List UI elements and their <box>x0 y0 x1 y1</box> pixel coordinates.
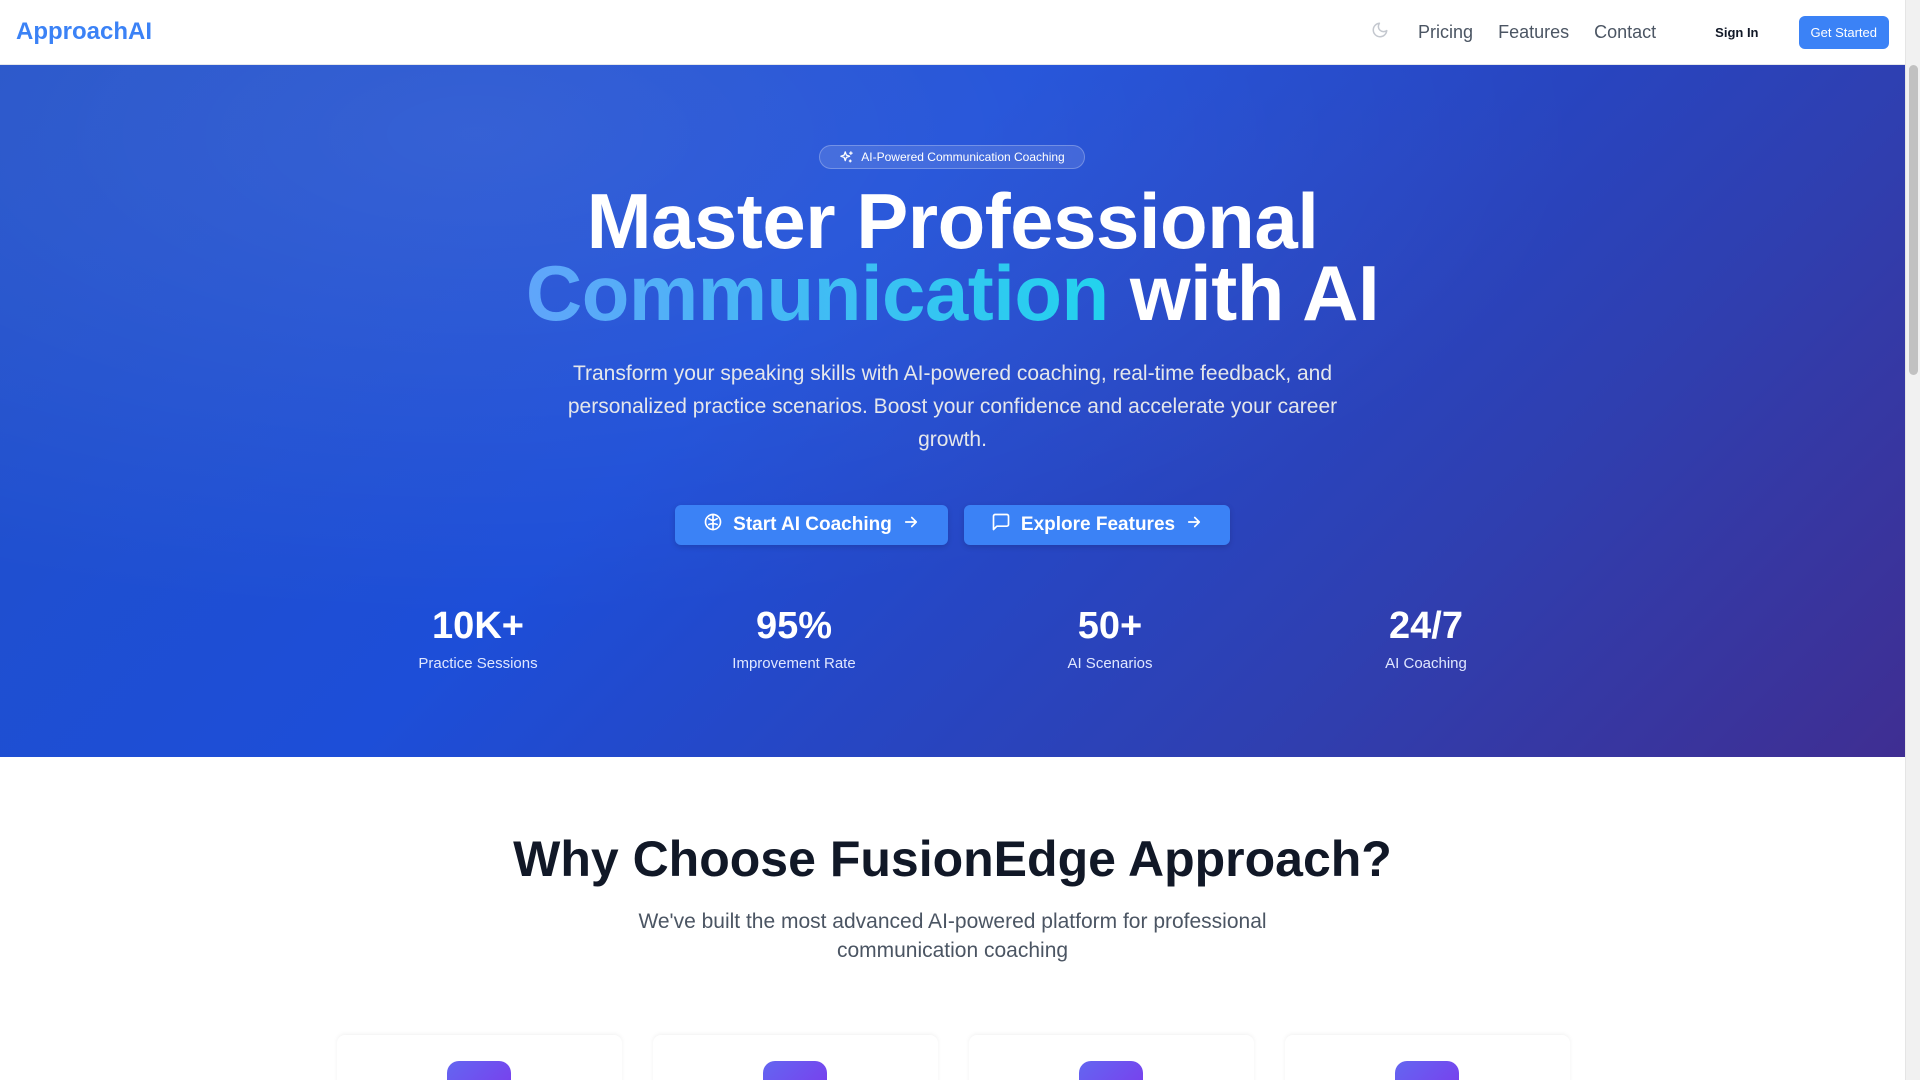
feature-card <box>1285 1035 1570 1080</box>
stat-label: Practice Sessions <box>418 655 538 672</box>
stat-ai-coaching: 24/7 AI Coaching <box>1296 605 1556 672</box>
message-icon <box>991 512 1011 538</box>
stat-value: 10K+ <box>432 605 524 647</box>
nav-link-features[interactable]: Features <box>1498 22 1569 43</box>
feature-card <box>969 1035 1254 1080</box>
top-navbar: ApproachAI Pricing Features Contact Sign… <box>0 0 1905 65</box>
why-section-title: Why Choose FusionEdge Approach? <box>513 831 1392 887</box>
hero-badge-label: AI-Powered Communication Coaching <box>861 150 1065 164</box>
hero-title: Master Professional Communication with A… <box>0 177 1905 332</box>
stat-label: AI Scenarios <box>1067 655 1153 672</box>
get-started-button[interactable]: Get Started <box>1798 15 1889 49</box>
stat-practice-sessions: 10K+ Practice Sessions <box>348 605 608 672</box>
stat-label: AI Coaching <box>1385 655 1467 672</box>
arrow-right-icon <box>902 513 920 537</box>
stat-label: Improvement Rate <box>732 655 856 672</box>
brain-icon <box>703 512 723 538</box>
sign-in-button[interactable]: Sign In <box>1715 25 1758 40</box>
feature-icon <box>1079 1061 1143 1080</box>
hero-title-rest: with AI <box>1129 249 1380 337</box>
hero-title-line1: Master Professional <box>586 177 1319 265</box>
stat-improvement-rate: 95% Improvement Rate <box>664 605 924 672</box>
stat-value: 24/7 <box>1389 605 1463 647</box>
nav-link-pricing[interactable]: Pricing <box>1418 22 1473 43</box>
feature-card <box>653 1035 938 1080</box>
start-ai-coaching-label: Start AI Coaching <box>733 514 892 535</box>
stat-value: 50+ <box>1077 605 1143 647</box>
page-scrollbar[interactable] <box>1905 0 1920 1080</box>
moon-icon <box>1371 21 1389 44</box>
hero-subtitle: Transform your speaking skills with AI-p… <box>567 362 1338 451</box>
nav-link-contact[interactable]: Contact <box>1594 22 1656 43</box>
logo[interactable]: ApproachAI <box>16 18 152 46</box>
feature-icon <box>1395 1061 1459 1080</box>
hero-title-line2: Communication with AI <box>0 254 1905 332</box>
theme-toggle-button[interactable] <box>1366 18 1394 46</box>
hero-title-highlight: Communication <box>525 249 1109 337</box>
explore-features-label: Explore Features <box>1020 514 1176 535</box>
feature-card <box>337 1035 622 1080</box>
hero-section: AI-Powered Communication Coaching Master… <box>0 65 1905 757</box>
nav-menu: Pricing Features Contact Sign In Get Sta… <box>1366 15 1889 49</box>
feature-icon <box>763 1061 827 1080</box>
hero-badge: AI-Powered Communication Coaching <box>819 145 1085 169</box>
stat-ai-scenarios: 50+ AI Scenarios <box>980 605 1240 672</box>
why-section-subtitle: We've built the most advanced AI-powered… <box>638 910 1267 962</box>
arrow-right-icon <box>1185 513 1203 537</box>
start-ai-coaching-button[interactable]: Start AI Coaching <box>675 505 948 545</box>
sparkles-icon <box>839 150 854 165</box>
explore-features-button[interactable]: Explore Features <box>964 505 1230 545</box>
stat-value: 95% <box>755 605 833 647</box>
scrollbar-thumb[interactable] <box>1909 65 1918 375</box>
feature-icon <box>447 1061 511 1080</box>
